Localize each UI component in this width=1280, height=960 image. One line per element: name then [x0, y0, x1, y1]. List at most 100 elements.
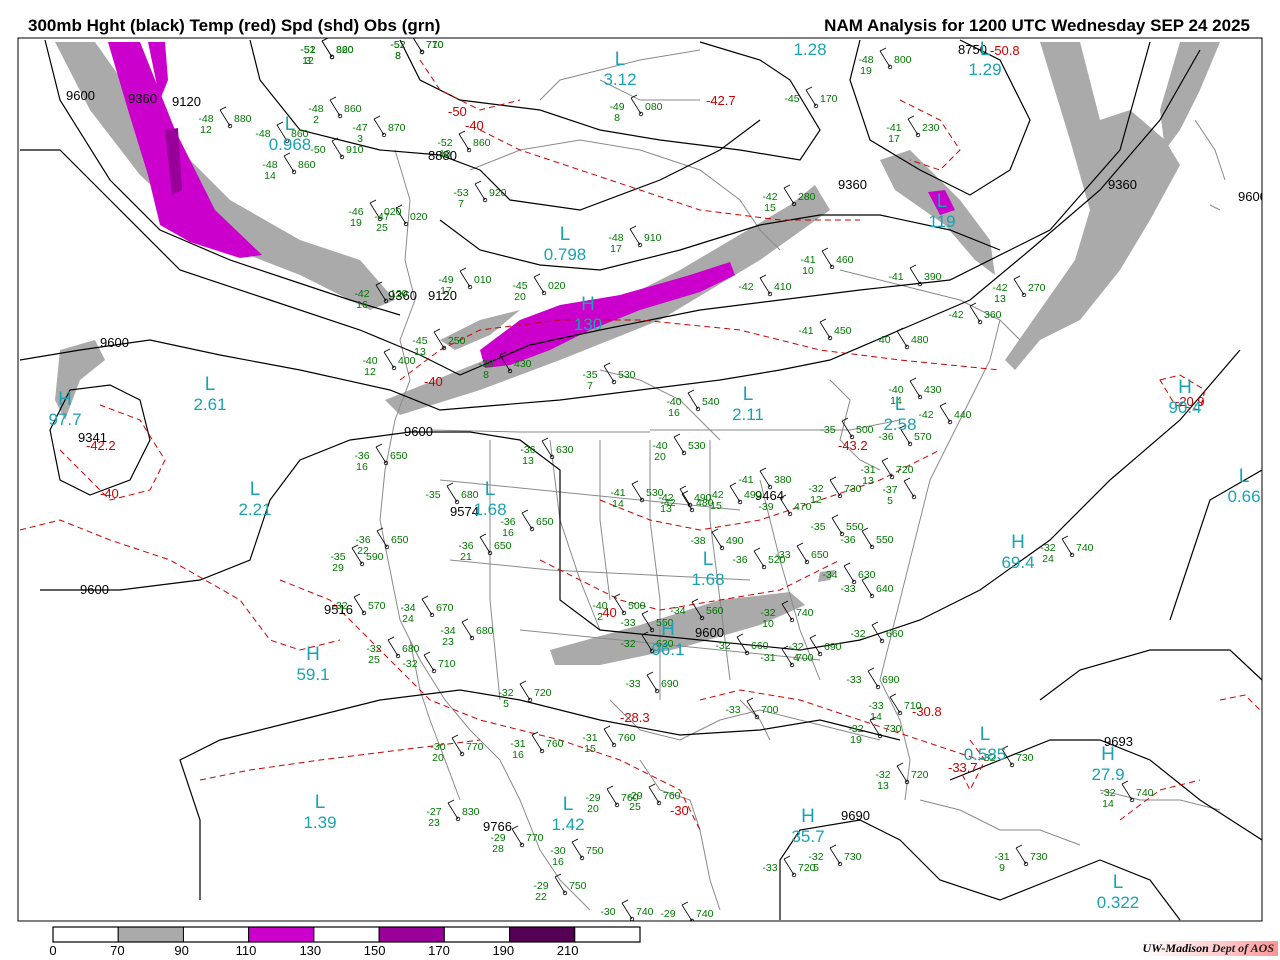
- obs-dewpoint-depression: 16: [356, 461, 368, 473]
- obs-height: 920: [489, 187, 507, 199]
- obs-height: 690: [824, 641, 842, 653]
- pressure-center-value: 2.61: [193, 395, 226, 414]
- obs-height: 080: [645, 101, 663, 113]
- pressure-center-value: 0.66: [1227, 487, 1260, 506]
- obs-temperature: -34: [670, 605, 685, 617]
- obs-height: 120: [390, 288, 408, 300]
- obs-temperature: -32: [620, 638, 635, 650]
- obs-height: 860: [298, 159, 316, 171]
- obs-height: 430: [514, 358, 532, 370]
- temperature-label: -50: [448, 104, 467, 119]
- obs-dewpoint-depression: 8: [483, 369, 489, 381]
- obs-temperature: -40: [875, 334, 890, 346]
- obs-height: 410: [774, 281, 792, 293]
- obs-dewpoint-depression: 23: [428, 817, 440, 829]
- pressure-center-value: 1.28: [793, 40, 826, 59]
- colorbar-bin: [378, 926, 445, 943]
- pressure-center-value: 96.1: [651, 640, 684, 659]
- obs-height: 880: [234, 113, 252, 125]
- obs-temperature: -42: [918, 409, 933, 421]
- obs-height: 500: [856, 424, 874, 436]
- obs-dewpoint-depression: 13: [877, 780, 889, 792]
- obs-height: 680: [476, 625, 494, 637]
- obs-height: 860: [473, 137, 491, 149]
- obs-dewpoint-depression: 12: [810, 494, 822, 506]
- obs-dewpoint-depression: 15: [764, 202, 776, 214]
- colorbar-tick: 170: [428, 943, 450, 958]
- obs-dewpoint-depression: 16: [502, 527, 514, 539]
- obs-height: 380: [774, 474, 792, 486]
- obs-dewpoint-depression: 13: [994, 293, 1006, 305]
- obs-dewpoint-depression: 2: [597, 611, 603, 623]
- obs-temperature: -34: [822, 569, 837, 581]
- obs-temperature: -32: [402, 658, 417, 670]
- obs-dewpoint-depression: 16: [356, 299, 368, 311]
- obs-dewpoint-depression: 13: [414, 346, 426, 358]
- obs-height: 650: [391, 534, 409, 546]
- obs-height: 640: [876, 583, 894, 595]
- obs-dewpoint-depression: 16: [512, 749, 524, 761]
- obs-dewpoint-depression: 20: [587, 803, 599, 815]
- obs-dewpoint-depression: 23: [442, 636, 454, 648]
- pressure-center-value: 1.68: [473, 500, 506, 519]
- obs-height: 750: [569, 880, 587, 892]
- pressure-center-type: H: [306, 644, 320, 665]
- obs-dewpoint-depression: 29: [332, 562, 344, 574]
- pressure-center-type: L: [1113, 872, 1124, 893]
- obs-height: 540: [702, 396, 720, 408]
- temperature-label: -40: [465, 118, 484, 133]
- obs-height: 650: [536, 516, 554, 528]
- pressure-center-value: 90.4: [1168, 398, 1201, 417]
- pressure-center-value: 1.39: [303, 813, 336, 832]
- colorbar-bin: [313, 926, 380, 943]
- obs-height: 730: [844, 483, 862, 495]
- obs-dewpoint-depression: 19: [350, 217, 362, 229]
- obs-height: 760: [546, 738, 564, 750]
- obs-dewpoint-depression: 14: [264, 170, 276, 182]
- pressure-center-type: L: [315, 792, 326, 813]
- obs-dewpoint-depression: 20: [432, 752, 444, 764]
- obs-height: 010: [474, 274, 492, 286]
- obs-dewpoint-depression: 25: [368, 654, 380, 666]
- obs-height: 750: [586, 845, 604, 857]
- pressure-center-value: 3.12: [603, 70, 636, 89]
- wind-speed-colorbar: 0 70 90 110 130 150 170 190 210: [49, 926, 641, 958]
- obs-height: 480: [696, 497, 714, 509]
- obs-height: 760: [663, 790, 681, 802]
- colorbar-tick: 70: [110, 943, 124, 958]
- colorbar-bin: [117, 926, 184, 943]
- pressure-center-type: L: [1239, 466, 1250, 487]
- obs-dewpoint-depression: 3: [305, 55, 311, 67]
- obs-dewpoint-depression: 12: [364, 366, 376, 378]
- pressure-center-value: 2.11: [732, 405, 764, 424]
- obs-dewpoint-depression: 5: [813, 862, 819, 874]
- obs-height: 550: [846, 521, 864, 533]
- obs-temperature: -38: [690, 535, 705, 547]
- height-label: 9360: [1108, 177, 1137, 192]
- obs-temperature: -33: [775, 549, 790, 561]
- height-label: 9360: [128, 91, 157, 106]
- obs-dewpoint-depression: 7: [587, 380, 593, 392]
- colorbar-tick: 0: [49, 943, 56, 958]
- obs-temperature: -36: [732, 554, 747, 566]
- obs-height: 550: [876, 534, 894, 546]
- obs-height: 650: [494, 540, 512, 552]
- height-label: 9690: [841, 808, 870, 823]
- obs-height: 730: [884, 723, 902, 735]
- colorbar-bin: [182, 926, 250, 943]
- colorbar-bin: [52, 926, 119, 943]
- obs-height: 720: [896, 464, 914, 476]
- obs-height: 710: [904, 700, 922, 712]
- obs-dewpoint-depression: 25: [376, 222, 388, 234]
- obs-height: 670: [436, 602, 454, 614]
- pressure-center-type: H: [661, 619, 675, 640]
- obs-temperature: -30: [600, 906, 615, 918]
- obs-height: 650: [390, 450, 408, 462]
- obs-dewpoint-depression: 21: [460, 551, 472, 563]
- obs-dewpoint-depression: 7: [458, 198, 464, 210]
- obs-dewpoint-depression: 24: [1042, 553, 1054, 565]
- pressure-center-value: 59.1: [296, 665, 329, 684]
- obs-height: 570: [914, 431, 932, 443]
- height-label: 9600: [695, 625, 724, 640]
- obs-height: 800: [894, 54, 912, 66]
